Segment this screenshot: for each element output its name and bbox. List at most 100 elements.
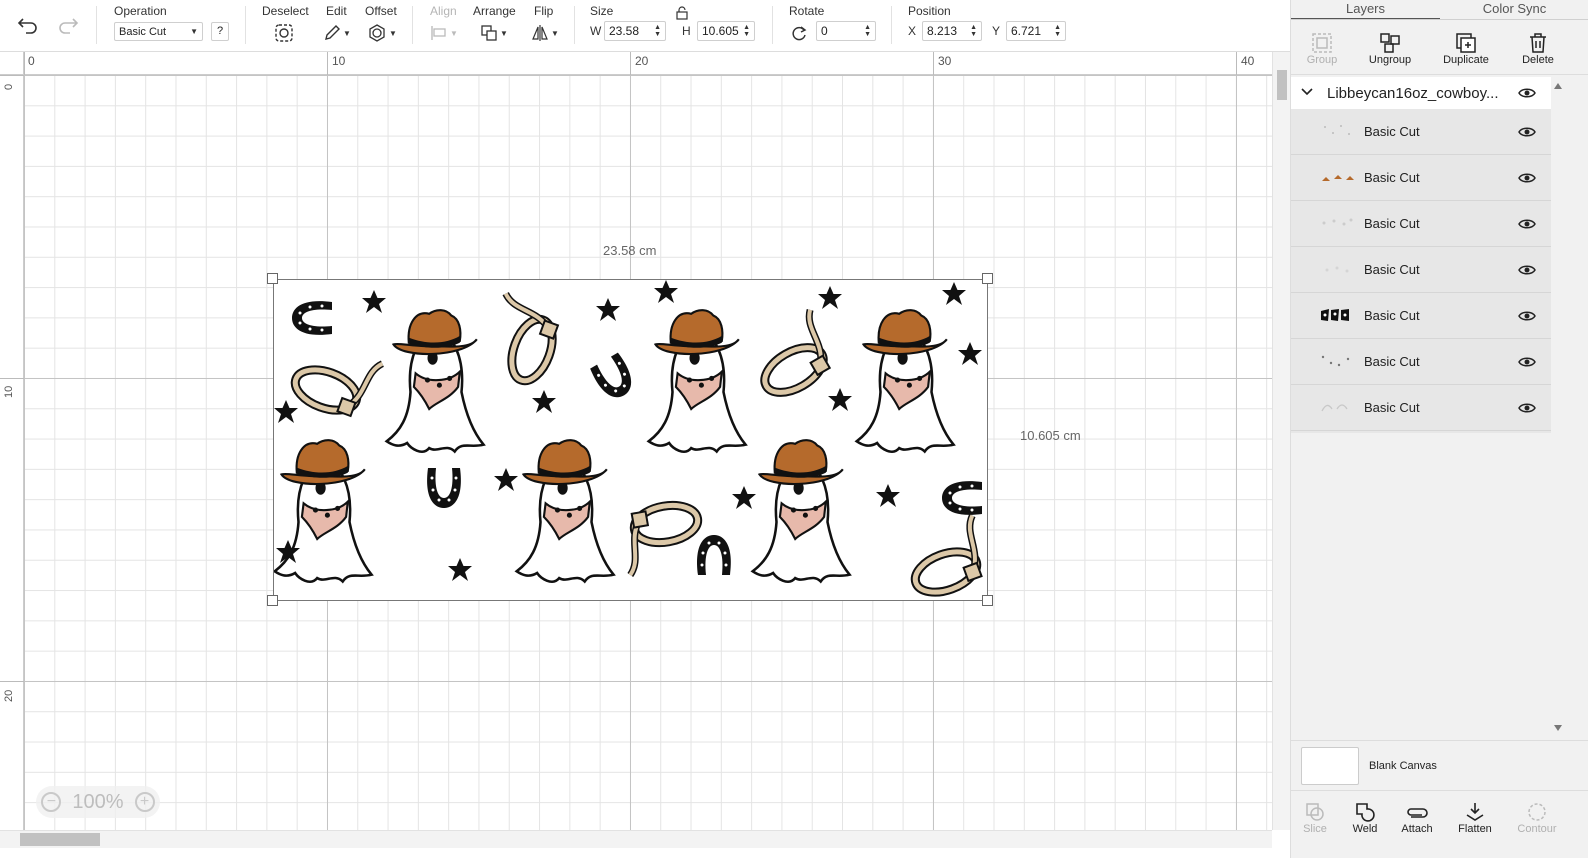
zoom-out-button[interactable]: − bbox=[41, 792, 62, 812]
ungroup-button[interactable]: Ungroup bbox=[1359, 28, 1421, 66]
y-input[interactable]: 6.721 ▲ ▼ bbox=[1006, 21, 1066, 41]
layer-name: Basic Cut bbox=[1364, 354, 1420, 369]
tab-color-sync[interactable]: Color Sync bbox=[1440, 0, 1588, 20]
eye-icon[interactable] bbox=[1518, 172, 1536, 184]
operation-help-button[interactable]: ? bbox=[211, 22, 229, 41]
deselect-button[interactable] bbox=[272, 22, 296, 44]
arrange-button[interactable]: ▼ bbox=[478, 22, 510, 44]
layer-thumbnail bbox=[1324, 125, 1350, 135]
zoom-in-button[interactable]: + bbox=[134, 792, 155, 812]
eye-icon[interactable] bbox=[1518, 264, 1536, 276]
resize-handle-bottom-right[interactable] bbox=[982, 595, 993, 606]
eye-icon[interactable] bbox=[1518, 87, 1536, 99]
ruler-label: 0 bbox=[3, 83, 15, 90]
slice-button[interactable]: Slice bbox=[1287, 797, 1343, 835]
blank-canvas-row[interactable]: Blank Canvas bbox=[1291, 740, 1588, 790]
chevron-down-icon[interactable] bbox=[1301, 88, 1313, 96]
offset-icon bbox=[369, 24, 385, 42]
contour-button[interactable]: Contour bbox=[1509, 797, 1565, 835]
layer-item[interactable]: Basic Cut bbox=[1291, 385, 1551, 431]
operation-value: Basic Cut bbox=[119, 25, 167, 38]
offset-button[interactable]: ▼ bbox=[366, 22, 398, 44]
rotate-input[interactable]: 0 ▲ ▼ bbox=[816, 21, 876, 41]
layer-item[interactable]: Basic Cut bbox=[1291, 109, 1551, 155]
lock-icon[interactable] bbox=[676, 6, 688, 25]
resize-handle-top-right[interactable] bbox=[982, 273, 993, 284]
undo-button[interactable] bbox=[16, 14, 40, 36]
attach-button[interactable]: Attach bbox=[1389, 797, 1445, 835]
scrollbar-thumb[interactable] bbox=[20, 833, 100, 846]
vertical-scrollbar[interactable] bbox=[1272, 52, 1290, 830]
bottom-actions: Slice Weld Attach Flatten Contour bbox=[1291, 790, 1588, 858]
layer-name: Basic Cut bbox=[1364, 308, 1420, 323]
layer-name: Basic Cut bbox=[1364, 262, 1420, 277]
resize-handle-bottom-left[interactable] bbox=[267, 595, 278, 606]
delete-button[interactable]: Delete bbox=[1507, 28, 1569, 66]
x-value: 8.213 bbox=[927, 24, 958, 38]
eye-icon[interactable] bbox=[1518, 126, 1536, 138]
layer-item[interactable]: Basic Cut bbox=[1291, 201, 1551, 247]
cowboy-ghost-artwork bbox=[273, 280, 986, 599]
scroll-down-icon[interactable] bbox=[1554, 725, 1562, 731]
redo-button[interactable] bbox=[56, 14, 80, 36]
height-input[interactable]: 10.605 ▲ ▼ bbox=[697, 21, 755, 41]
flip-button[interactable]: ▼ bbox=[529, 22, 561, 44]
design-space-window: Operation Basic Cut ▼ ? Deselect Edit ▼ … bbox=[0, 0, 1588, 858]
slice-icon bbox=[1306, 803, 1324, 821]
scroll-up-icon[interactable] bbox=[1554, 83, 1562, 89]
eye-icon[interactable] bbox=[1518, 402, 1536, 414]
selected-design[interactable] bbox=[273, 279, 988, 601]
resize-handle-top-left[interactable] bbox=[267, 273, 278, 284]
offset-label: Offset bbox=[365, 4, 397, 18]
blank-canvas-swatch[interactable] bbox=[1301, 747, 1359, 785]
stepper-icon[interactable]: ▲ ▼ bbox=[970, 24, 977, 38]
align-button[interactable]: ▼ bbox=[428, 22, 460, 44]
eye-icon[interactable] bbox=[1518, 356, 1536, 368]
layer-item[interactable]: Basic Cut bbox=[1291, 293, 1551, 339]
layer-item[interactable]: Basic Cut bbox=[1291, 247, 1551, 293]
ruler-label: 40 bbox=[1241, 54, 1255, 68]
scrollbar-thumb[interactable] bbox=[1277, 70, 1287, 100]
layer-item[interactable]: Basic Cut bbox=[1291, 339, 1551, 385]
operation-select[interactable]: Basic Cut ▼ bbox=[114, 22, 203, 41]
chevron-down-icon: ▼ bbox=[343, 28, 351, 38]
divider bbox=[1291, 19, 1588, 20]
flatten-button[interactable]: Flatten bbox=[1447, 797, 1503, 835]
layer-thumbnail bbox=[1322, 218, 1353, 226]
rotate-icon bbox=[792, 26, 807, 41]
edit-button[interactable]: ▼ bbox=[321, 22, 353, 44]
eye-icon[interactable] bbox=[1518, 218, 1536, 230]
stepper-icon[interactable]: ▲ ▼ bbox=[743, 24, 750, 38]
tab-layers[interactable]: Layers bbox=[1291, 0, 1440, 20]
stepper-icon[interactable]: ▲ ▼ bbox=[864, 24, 871, 38]
rotate-button[interactable] bbox=[788, 22, 810, 44]
height-prefix: H bbox=[682, 24, 691, 38]
ruler-label: 10 bbox=[332, 54, 346, 68]
width-input[interactable]: 23.58 ▲ ▼ bbox=[604, 21, 666, 41]
panel-scrollbar[interactable] bbox=[1553, 77, 1563, 737]
size-label: Size bbox=[590, 4, 614, 18]
rotate-value: 0 bbox=[821, 24, 828, 38]
stepper-icon[interactable]: ▲ ▼ bbox=[654, 24, 661, 38]
x-input[interactable]: 8.213 ▲ ▼ bbox=[922, 21, 982, 41]
duplicate-button[interactable]: Duplicate bbox=[1435, 28, 1497, 66]
group-button[interactable]: Group bbox=[1291, 28, 1353, 66]
divider bbox=[772, 6, 773, 44]
horizontal-scrollbar[interactable] bbox=[0, 830, 1272, 848]
zoom-control: − 100% + bbox=[36, 786, 160, 818]
layer-group-row[interactable]: Libbeycan16oz_cowboy... bbox=[1291, 77, 1551, 109]
layer-item[interactable]: Basic Cut bbox=[1291, 155, 1551, 201]
layer-name: Basic Cut bbox=[1364, 170, 1420, 185]
ruler-tick bbox=[24, 52, 25, 75]
divider bbox=[1291, 74, 1588, 75]
flatten-label: Flatten bbox=[1458, 823, 1492, 835]
ruler-tick bbox=[0, 75, 24, 76]
eye-icon[interactable] bbox=[1518, 310, 1536, 322]
design-canvas[interactable]: 23.58 cm 10.605 cm − 100% + bbox=[0, 52, 1272, 830]
contour-label: Contour bbox=[1517, 823, 1557, 835]
weld-button[interactable]: Weld bbox=[1337, 797, 1393, 835]
y-value: 6.721 bbox=[1011, 24, 1042, 38]
stepper-icon[interactable]: ▲ ▼ bbox=[1054, 24, 1061, 38]
layer-thumbnail bbox=[1325, 266, 1349, 273]
ungroup-icon bbox=[1380, 33, 1400, 53]
